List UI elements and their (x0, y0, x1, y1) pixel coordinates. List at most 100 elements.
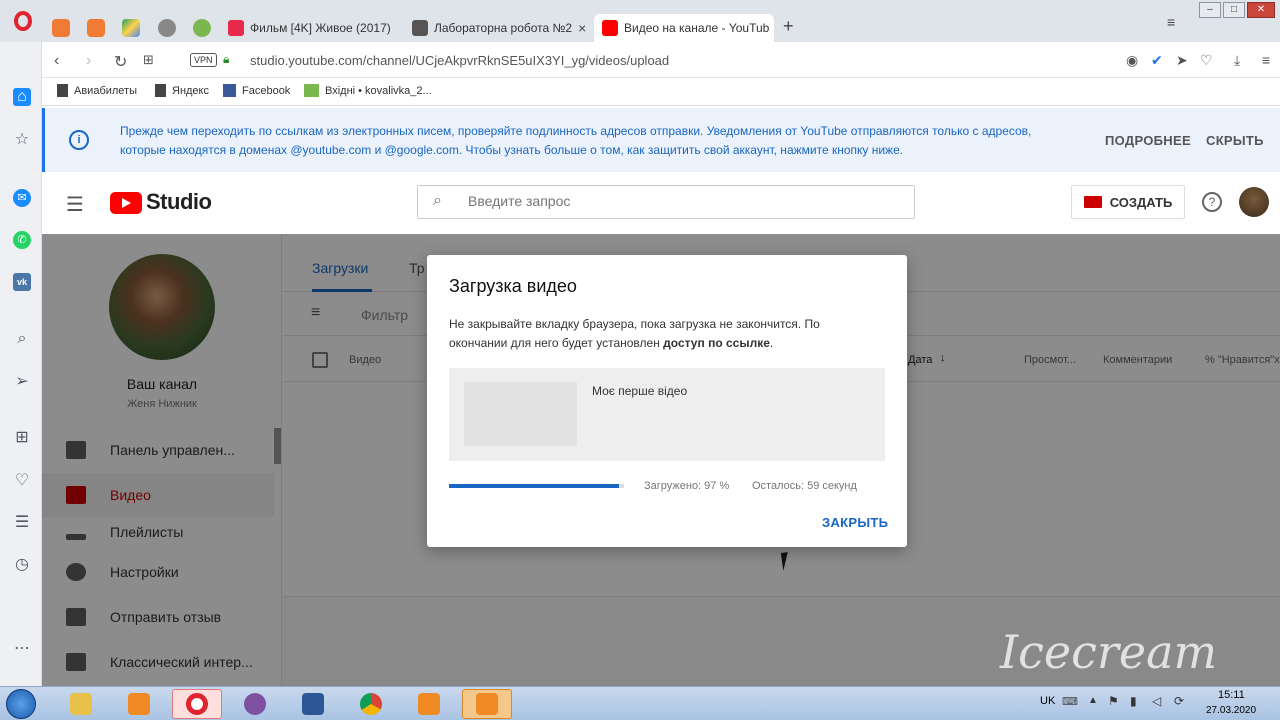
search-box[interactable]: ⌕ (417, 185, 915, 219)
language-indicator[interactable]: UK (1040, 695, 1055, 707)
history-icon[interactable]: ◷ (13, 556, 31, 574)
studio-logo-text[interactable]: Studio (146, 189, 212, 215)
mail-icon (304, 84, 319, 97)
windows-taskbar: UK ⌨ ▲ ⚑ ▮ ◁ ⟳ 15:11 27.03.2020 (0, 686, 1280, 720)
opera-logo-icon[interactable] (14, 11, 32, 31)
tab-menu-icon[interactable]: ≡ (1167, 14, 1175, 30)
back-icon[interactable]: ‹ (54, 52, 59, 70)
pinned-tab-generic[interactable] (158, 19, 176, 37)
create-button[interactable]: СОЗДАТЬ (1071, 185, 1185, 219)
whatsapp-icon[interactable]: ✆ (13, 231, 31, 249)
facebook-icon (223, 84, 236, 97)
help-icon[interactable]: ? (1202, 192, 1222, 212)
flag-icon[interactable]: ⚑ (1108, 694, 1119, 708)
vk-icon[interactable]: vk (13, 273, 31, 291)
upload-progress-bar (449, 484, 624, 488)
pinned-tab-green[interactable] (193, 19, 211, 37)
start-button[interactable] (6, 689, 36, 719)
heart-icon[interactable]: ♡ (1200, 52, 1213, 69)
close-dialog-button[interactable]: ЗАКРЫТЬ (822, 515, 888, 530)
account-avatar[interactable] (1239, 187, 1269, 217)
bookmark-aviabilety[interactable]: Авиабилеты (57, 84, 137, 97)
youtube-logo-icon[interactable] (110, 192, 142, 214)
keyboard-icon[interactable]: ⌨ (1062, 695, 1078, 708)
new-tab-button[interactable]: + (783, 16, 794, 37)
reload-icon[interactable]: ↻ (114, 52, 127, 72)
close-window-button[interactable]: ✕ (1247, 2, 1275, 18)
taskbar-media[interactable] (114, 689, 164, 719)
taskbar-chrome[interactable] (346, 689, 396, 719)
sync-icon[interactable]: ⟳ (1174, 694, 1184, 708)
send-icon[interactable]: ➢ (13, 373, 31, 391)
media-player-icon (128, 693, 150, 715)
opera-icon (186, 693, 208, 715)
address-bar: ‹ › ↻ ⊞ VPN 🔒︎ studio.youtube.com/channe… (42, 42, 1280, 78)
download-icon[interactable]: ⤓ (1234, 52, 1240, 69)
grid-icon[interactable]: ⊞ (13, 429, 31, 447)
news-icon[interactable]: ☰ (13, 514, 31, 532)
forward-icon[interactable]: › (86, 52, 91, 70)
tray-arrow-icon[interactable]: ▲ (1088, 695, 1098, 706)
volume-icon[interactable]: ◁ (1152, 694, 1161, 708)
recorder-icon (418, 693, 440, 715)
more-icon[interactable]: ⋯ (13, 640, 31, 658)
clock-time[interactable]: 15:11 (1218, 689, 1245, 701)
clock-date[interactable]: 27.03.2020 (1206, 705, 1256, 716)
grid-icon[interactable]: ⊞ (143, 52, 154, 68)
messenger-icon[interactable]: ✉ (13, 189, 31, 207)
uploaded-status: Загружено: 97 % (644, 480, 730, 492)
lock-icon[interactable]: 🔒︎ (223, 52, 229, 67)
bookmark-inbox[interactable]: Вхідні • kovalivka_2... (304, 84, 432, 97)
video-thumbnail (464, 382, 577, 446)
search-icon[interactable]: ⌕ (13, 330, 31, 348)
maximize-button[interactable]: □ (1223, 2, 1245, 18)
tab-youtube-label: Видео на канале - YouTub (624, 21, 770, 35)
menu-icon[interactable]: ≡ (1262, 52, 1270, 68)
taskbar-viber[interactable] (230, 689, 280, 719)
pinned-tab-drive[interactable] (122, 19, 140, 37)
close-icon[interactable]: × (578, 20, 586, 36)
bookmark-label: Яндекс (172, 84, 209, 97)
tab-youtube-studio[interactable]: Видео на канале - YouTub × (594, 14, 774, 42)
heart-icon[interactable]: ♡ (13, 472, 31, 490)
taskbar-screen-recorder[interactable] (404, 689, 454, 719)
bookmark-facebook[interactable]: Facebook (223, 84, 290, 97)
bookmarks-bar: Авиабилеты Яндекс Facebook Вхідні • kova… (42, 78, 1280, 106)
remaining-status: Осталось: 59 секунд (752, 480, 857, 492)
bookmark-yandex[interactable]: Яндекс (155, 84, 209, 97)
taskbar-opera[interactable] (172, 689, 222, 719)
banner-message: Прежде чем переходить по ссылкам из элек… (120, 124, 1032, 157)
security-banner: i Прежде чем переходить по ссылкам из эл… (42, 108, 1280, 172)
upload-progress-fill (449, 484, 619, 488)
taskbar-explorer[interactable] (56, 689, 106, 719)
search-input[interactable] (468, 193, 888, 209)
tab-film[interactable]: Фильм [4K] Живое (2017) × (228, 14, 396, 42)
url-field[interactable]: studio.youtube.com/channel/UCjeAkpvrRknS… (250, 53, 669, 68)
system-tray: UK ⌨ ▲ ⚑ ▮ ◁ ⟳ 15:11 27.03.2020 (1030, 687, 1280, 720)
camera-icon[interactable]: ◉ (1126, 52, 1138, 69)
hamburger-menu-icon[interactable]: ☰ (66, 192, 84, 217)
opera-sidebar: ⌂ ☆ ✉ ✆ vk ⌕ ➢ ⊞ ♡ ☰ ◷ ⋯ (0, 42, 42, 686)
taskbar-word[interactable] (288, 689, 338, 719)
network-icon[interactable]: ▮ (1130, 694, 1137, 708)
pinned-tab-blogger[interactable] (52, 19, 70, 37)
tab-film-label: Фильм [4K] Живое (2017) (250, 21, 391, 35)
video-title: Моє перше відео (592, 384, 688, 398)
browser-tab-strip: Фильм [4K] Живое (2017) × Лабораторна ро… (0, 0, 1280, 42)
tab-lab-work-label: Лабораторна робота №2 (434, 21, 573, 35)
send-icon[interactable]: ➤ (1176, 52, 1188, 69)
home-icon[interactable]: ⌂ (13, 88, 31, 106)
vpn-badge[interactable]: VPN (190, 53, 217, 67)
shield-check-icon[interactable]: ✔ (1151, 52, 1163, 69)
taskbar-screen-recorder-active[interactable] (462, 689, 512, 719)
tab-lab-work[interactable]: Лабораторна робота №2 × (412, 14, 587, 42)
ivi-favicon-icon (228, 20, 244, 36)
more-info-button[interactable]: ПОДРОБНЕЕ (1105, 133, 1191, 148)
hide-banner-button[interactable]: СКРЫТЬ (1206, 133, 1264, 148)
pinned-tab-blogger-2[interactable] (87, 19, 105, 37)
star-icon[interactable]: ☆ (13, 131, 31, 149)
create-label: СОЗДАТЬ (1109, 194, 1173, 210)
page-icon (155, 84, 166, 97)
dialog-message-end: . (769, 336, 774, 350)
minimize-button[interactable]: – (1199, 2, 1221, 18)
